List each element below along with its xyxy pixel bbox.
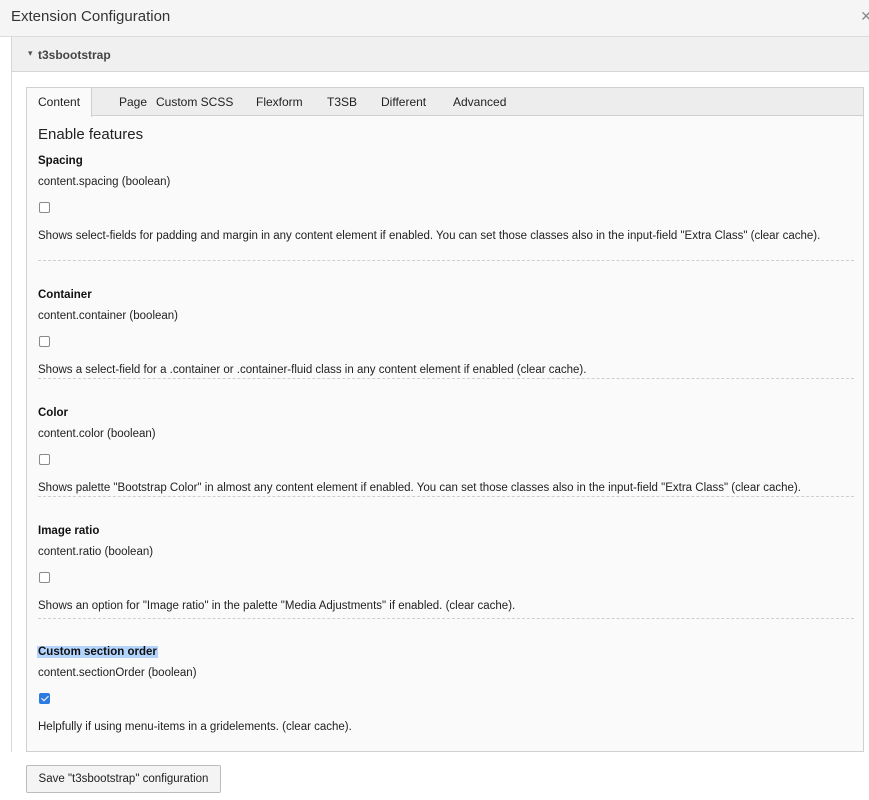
setting-title: Container [38, 289, 92, 301]
setting-key: content.color (boolean) [38, 428, 156, 440]
tab-different[interactable]: Different [370, 88, 437, 116]
setting-title: Image ratio [38, 525, 100, 537]
color-checkbox[interactable] [39, 454, 50, 465]
setting-key: content.spacing (boolean) [38, 176, 171, 188]
image-ratio-checkbox[interactable] [39, 572, 50, 583]
tab-bar: Content Page Custom SCSS Flexform T3SB D… [27, 88, 863, 117]
setting-title: Color [38, 407, 69, 419]
separator [38, 260, 854, 261]
extension-name[interactable]: t3sbootstrap [38, 48, 111, 62]
tab-custom-scss[interactable]: Custom SCSS [145, 88, 244, 116]
spacing-checkbox[interactable] [39, 202, 50, 213]
tab-flexform[interactable]: Flexform [245, 88, 314, 116]
separator [38, 378, 854, 379]
setting-title: Spacing [38, 155, 83, 167]
setting-key: content.container (boolean) [38, 310, 179, 322]
setting-key: content.ratio (boolean) [38, 546, 154, 558]
setting-key: content.sectionOrder (boolean) [38, 667, 197, 679]
separator [38, 618, 854, 619]
separator [38, 496, 854, 497]
tab-content[interactable]: Content [27, 88, 93, 117]
window-header: Extension Configuration ✕ [0, 0, 869, 37]
setting-description: Shows an option for "Image ratio" in the… [38, 600, 516, 612]
window-title: Extension Configuration [11, 8, 171, 25]
save-configuration-button[interactable]: Save "t3sbootstrap" configuration [26, 765, 221, 793]
tab-advanced[interactable]: Advanced [442, 88, 517, 116]
section-heading: Enable features [38, 126, 144, 143]
tab-t3sb[interactable]: T3SB [316, 88, 368, 116]
caret-down-icon[interactable]: ▾ [28, 48, 33, 59]
setting-description: Shows select-fields for padding and marg… [38, 230, 821, 242]
setting-title: Custom section order [37, 646, 158, 658]
extension-panel-heading[interactable]: ▾ t3sbootstrap [12, 37, 869, 72]
setting-description: Helpfully if using menu-items in a gride… [38, 721, 352, 733]
close-icon[interactable]: ✕ [860, 8, 869, 25]
setting-description: Shows a select-field for a .container or… [38, 364, 587, 376]
setting-description: Shows palette "Bootstrap Color" in almos… [38, 482, 801, 494]
section-order-checkbox[interactable] [39, 693, 50, 704]
tab-container: Content Page Custom SCSS Flexform T3SB D… [26, 87, 864, 752]
container-checkbox[interactable] [39, 336, 50, 347]
